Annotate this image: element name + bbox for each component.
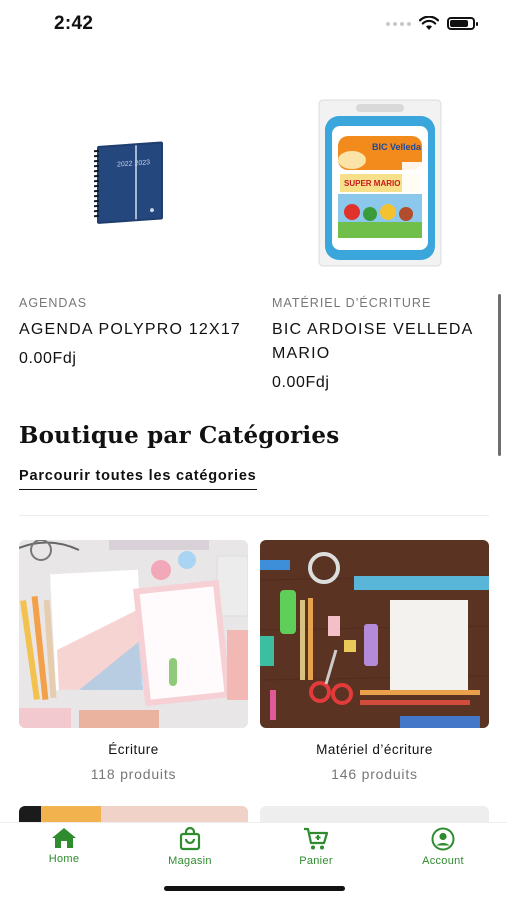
category-count: 118 produits: [90, 766, 177, 782]
category-name: Écriture: [108, 742, 159, 757]
tab-label: Magasin: [168, 855, 212, 867]
shopping-bag-icon: [179, 827, 201, 851]
category-image-materiel: [260, 540, 489, 728]
category-image-ecriture: [19, 540, 248, 728]
browse-all-categories-link[interactable]: Parcourir toutes les catégories: [19, 468, 257, 490]
cart-icon: [304, 827, 329, 850]
product-category: AGENDAS: [19, 296, 88, 310]
product-card[interactable]: 2022 2023 AGENDAS AGENDA POLYPRO 12X17 0…: [19, 90, 249, 368]
battery-level: [450, 20, 469, 27]
category-card-materiel[interactable]: Matériel d’écriture 146 produits: [260, 540, 489, 782]
home-icon: [52, 828, 76, 848]
tab-magasin[interactable]: Magasin: [145, 827, 235, 867]
cellular-signal-icon: [386, 21, 411, 26]
category-count: 146 produits: [331, 766, 418, 782]
product-name[interactable]: BIC ARDOISE VELLEDA MARIO: [272, 318, 497, 366]
status-icons: [386, 16, 478, 31]
battery-icon: [447, 17, 478, 30]
category-card-partial[interactable]: [260, 806, 489, 822]
account-icon: [431, 827, 455, 851]
divider: [19, 515, 489, 516]
tab-panier[interactable]: Panier: [271, 827, 361, 867]
svg-text:BIC Velleda: BIC Velleda: [372, 142, 422, 152]
status-time: 2:42: [54, 13, 94, 34]
tab-home[interactable]: Home: [19, 827, 109, 865]
agenda-illustration: 2022 2023: [94, 141, 163, 224]
product-card[interactable]: BIC Velleda SUPER MARIO MATÉRIEL D’ÉCRIT…: [272, 90, 502, 392]
product-price: 0.00Fdj: [19, 350, 77, 367]
tab-account[interactable]: Account: [398, 827, 488, 867]
scroll-indicator[interactable]: [498, 294, 501, 456]
product-image-agenda: 2022 2023: [19, 90, 249, 280]
tab-label: Panier: [299, 855, 333, 867]
ardoise-illustration: BIC Velleda SUPER MARIO: [318, 99, 442, 267]
desk-supplies-photo: [260, 540, 489, 728]
stationery-photo: [19, 540, 248, 728]
home-indicator[interactable]: [164, 886, 345, 891]
section-title: Boutique par Catégories: [19, 422, 340, 449]
product-category: MATÉRIEL D’ÉCRITURE: [272, 296, 432, 310]
category-card-ecriture[interactable]: Écriture 118 produits: [19, 540, 248, 782]
product-image-ardoise: BIC Velleda SUPER MARIO: [272, 90, 502, 280]
svg-text:SUPER MARIO: SUPER MARIO: [344, 179, 400, 188]
tab-label: Account: [422, 855, 464, 867]
status-bar: 2:42: [0, 0, 507, 50]
product-name[interactable]: AGENDA POLYPRO 12X17: [19, 318, 244, 342]
category-card-partial[interactable]: [19, 806, 248, 822]
wifi-icon: [419, 16, 439, 30]
tab-label: Home: [48, 853, 80, 865]
category-name: Matériel d’écriture: [316, 742, 433, 757]
product-price: 0.00Fdj: [272, 374, 330, 391]
